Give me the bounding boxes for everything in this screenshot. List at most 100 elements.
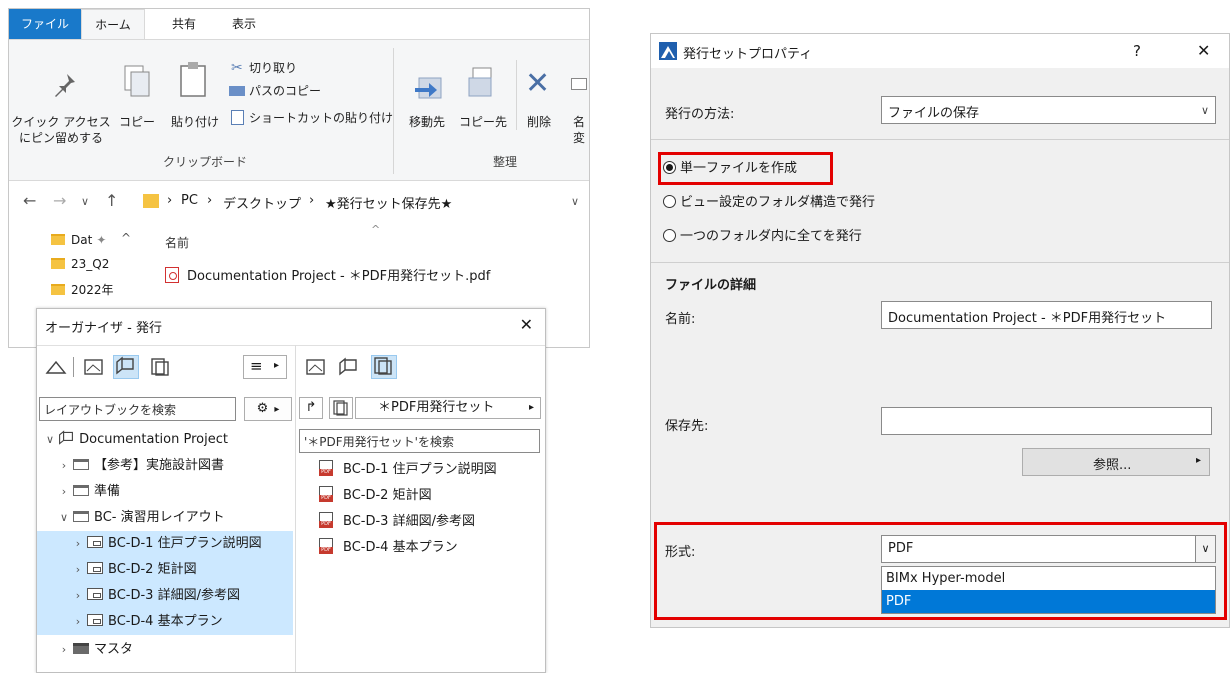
tab-home[interactable]: ホーム xyxy=(81,9,145,39)
publisher-item[interactable]: BC-D-1 住戸プラン説明図 xyxy=(319,457,497,483)
pdf-sheet-icon xyxy=(319,460,333,476)
tree-item-folder[interactable]: › マスタ xyxy=(37,637,293,663)
pin-quick-access-button[interactable]: クイック アクセス にピン留めする xyxy=(11,114,111,146)
tree-item-layout[interactable]: › BC-D-2 矩計図 xyxy=(37,557,293,583)
layout-icon xyxy=(87,588,103,600)
file-item[interactable]: Documentation Project - ＊PDF用発行セット.pdf xyxy=(165,265,490,284)
scroll-up-icon[interactable]: ^ xyxy=(121,231,131,245)
browse-button[interactable]: 参照... ▸ xyxy=(1022,448,1210,476)
layout-icon xyxy=(87,614,103,626)
sort-indicator-icon: ^ xyxy=(371,223,381,236)
publisher-sets-icon[interactable] xyxy=(371,355,397,379)
copy-to-button[interactable]: コピー先 xyxy=(455,114,511,130)
nav-item-dat[interactable]: Dat ✦ xyxy=(51,229,106,251)
paste-icon xyxy=(177,60,211,106)
nav-item-label: Dat xyxy=(71,233,93,247)
publisher-item[interactable]: BC-D-2 矩計図 xyxy=(319,483,432,509)
tree-item-folder[interactable]: › 【参考】実施設計図書 xyxy=(37,453,293,479)
breadcrumb-desktop[interactable]: デスクトップ xyxy=(223,193,301,212)
paste-button[interactable]: 貼り付け xyxy=(167,114,223,130)
method-value: ファイルの保存 xyxy=(888,106,980,121)
tree-item-label: BC-D-4 基本プラン xyxy=(108,614,223,629)
publisher-set-header: ↱ ＊PDF用発行セット ▸ xyxy=(295,395,543,421)
help-icon[interactable]: ? xyxy=(1133,42,1141,60)
folder-icon xyxy=(51,284,65,295)
chevron-down-icon: ∨ xyxy=(1200,104,1209,117)
copy-path-icon xyxy=(229,86,245,96)
column-header-name[interactable]: 名前 xyxy=(165,234,189,251)
view-map-icon[interactable] xyxy=(83,357,105,377)
publisher-item[interactable]: BC-D-4 基本プラン xyxy=(319,535,458,561)
view-map-icon[interactable] xyxy=(305,357,327,377)
folder-icon xyxy=(143,194,159,208)
organize-group-label: 整理 xyxy=(493,155,518,169)
tab-share[interactable]: 共有 xyxy=(159,9,209,39)
up-arrow-icon[interactable]: ↑ xyxy=(105,191,118,210)
chevron-right-icon: › xyxy=(61,643,67,656)
breadcrumb-folder[interactable]: ★発行セット保存先★ xyxy=(325,193,452,212)
forward-arrow-icon[interactable]: → xyxy=(53,191,66,210)
address-bar[interactable]: › PC › デスクトップ › ★発行セット保存先★ ∨ xyxy=(143,187,589,215)
radio-unchecked-icon xyxy=(663,195,676,208)
breadcrumb-pc[interactable]: PC xyxy=(181,193,198,208)
close-icon[interactable]: ✕ xyxy=(1197,41,1210,60)
tree-item-folder[interactable]: ∨ BC- 演習用レイアウト xyxy=(37,505,293,531)
radio-label: 一つのフォルダ内に全てを発行 xyxy=(680,229,862,244)
copy-icon xyxy=(121,62,153,106)
highlight-box-single-file xyxy=(658,152,833,185)
layout-book-search-input[interactable]: レイアウトブックを検索 xyxy=(39,397,236,421)
publisher-set-dropdown[interactable]: ＊PDF用発行セット ▸ xyxy=(355,397,541,419)
close-icon[interactable]: ✕ xyxy=(520,315,533,334)
file-explorer-window: ファイル ホーム 共有 表示 クイック アクセス にピン留めする コピー 貼り付… xyxy=(8,8,590,348)
cut-button[interactable]: 切り取り xyxy=(249,60,297,76)
tree-item-label: BC- 演習用レイアウト xyxy=(94,510,225,525)
publisher-item[interactable]: BC-D-3 詳細図/参考図 xyxy=(319,509,475,535)
up-level-icon[interactable]: ↱ xyxy=(299,397,323,419)
folder-icon xyxy=(73,643,89,654)
copy-path-button[interactable]: パスのコピー xyxy=(249,83,321,99)
layout-icon xyxy=(87,562,103,574)
view-options-button[interactable]: ≡ ▸ xyxy=(243,355,287,379)
folder-icon xyxy=(73,485,89,496)
triangle-right-icon: ▸ xyxy=(274,404,280,415)
method-select[interactable]: ファイルの保存 ∨ xyxy=(881,96,1216,124)
radio-view-folder-structure[interactable]: ビュー設定のフォルダ構造で発行 xyxy=(663,192,875,214)
address-dropdown-icon[interactable]: ∨ xyxy=(571,195,579,208)
delete-icon: ✕ xyxy=(525,66,551,101)
move-to-button[interactable]: 移動先 xyxy=(401,114,453,130)
publisher-set-search-input[interactable]: '＊PDF用発行セット'を検索 xyxy=(299,429,540,453)
organizer-title: オーガナイザ - 発行 xyxy=(45,321,162,336)
tree-item-layout[interactable]: › BC-D-4 基本プラン xyxy=(37,609,293,635)
nav-item-2022[interactable]: 2022年 xyxy=(51,279,114,301)
name-input[interactable]: Documentation Project - ＊PDF用発行セット xyxy=(881,301,1212,329)
layout-book-icon[interactable] xyxy=(337,357,359,377)
ribbon-tabs: ファイル ホーム 共有 表示 xyxy=(9,9,589,39)
tree-item-label: マスタ xyxy=(94,642,134,657)
tab-file[interactable]: ファイル xyxy=(9,9,81,39)
back-arrow-icon[interactable]: ← xyxy=(23,191,36,210)
tab-view[interactable]: 表示 xyxy=(219,9,269,39)
paste-shortcut-button[interactable]: ショートカットの貼り付け xyxy=(249,110,393,126)
copy-button[interactable]: コピー xyxy=(117,114,157,130)
tree-item-project[interactable]: ∨ Documentation Project xyxy=(37,427,293,453)
tree-item-folder[interactable]: › 準備 xyxy=(37,479,293,505)
divider xyxy=(651,262,1229,263)
gear-icon: ⚙ xyxy=(256,401,269,416)
project-map-icon[interactable] xyxy=(45,357,67,377)
rename-icon xyxy=(571,78,587,90)
tree-item-label: Documentation Project xyxy=(79,432,228,447)
publisher-set-icon[interactable] xyxy=(329,397,353,419)
tree-item-layout[interactable]: › BC-D-3 詳細図/参考図 xyxy=(37,583,293,609)
triangle-right-icon: ▸ xyxy=(274,360,280,371)
rename-button[interactable]: 名 変 xyxy=(569,114,589,146)
publisher-sets-icon[interactable] xyxy=(149,357,171,377)
delete-button[interactable]: 削除 xyxy=(521,114,557,130)
layout-book-icon[interactable] xyxy=(113,355,139,379)
recent-chevron-icon[interactable]: ∨ xyxy=(81,195,89,208)
settings-button[interactable]: ⚙ ▸ xyxy=(244,397,292,421)
breadcrumb-separator-icon: › xyxy=(309,193,315,208)
radio-single-folder[interactable]: 一つのフォルダ内に全てを発行 xyxy=(663,226,862,248)
destination-input[interactable] xyxy=(881,407,1212,435)
tree-item-layout[interactable]: › BC-D-1 住戸プラン説明図 xyxy=(37,531,293,557)
nav-item-23q2[interactable]: 23_Q2 xyxy=(51,253,109,275)
